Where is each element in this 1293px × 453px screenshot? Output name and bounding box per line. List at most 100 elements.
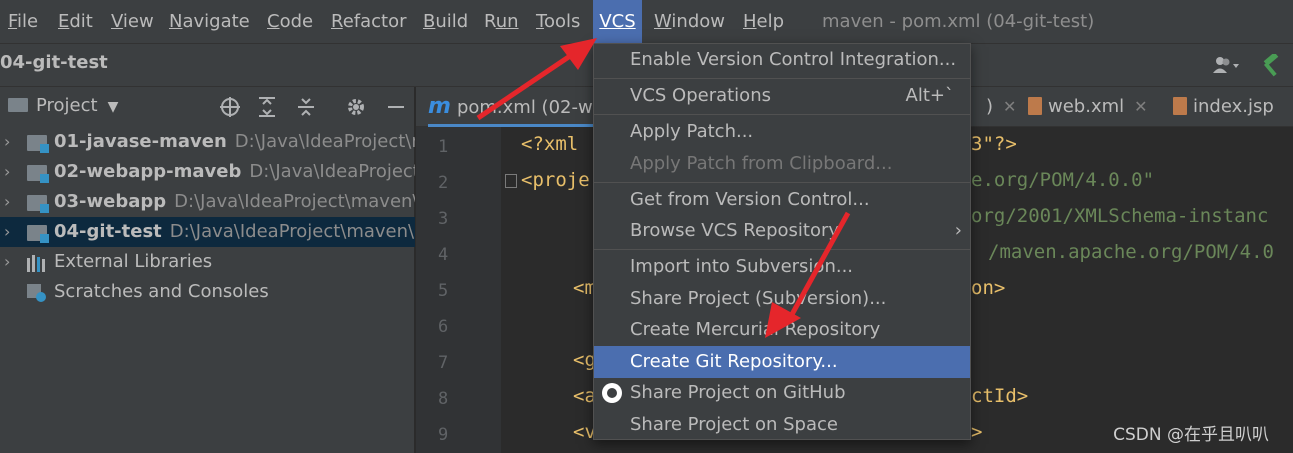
fold-marker-icon[interactable] (505, 174, 517, 188)
menu-item-label: Share Project on GitHub (630, 382, 846, 403)
menu-item-create-mercurial[interactable]: Create Mercurial Repository (594, 314, 970, 346)
maven-m-icon: m (428, 94, 451, 119)
github-icon (602, 383, 622, 403)
menu-vcs[interactable]: VCS (593, 0, 642, 43)
menu-item-share-subversion[interactable]: Share Project (Subversion)... (594, 283, 970, 315)
menu-view-mnemonic: V (111, 11, 123, 32)
menu-item-enable-vcs[interactable]: Enable Version Control Integration... (594, 44, 970, 76)
menu-refactor-label: efactor (342, 11, 407, 32)
tab-label: index.jsp (1193, 96, 1274, 117)
line-gutter: 1 2 3 4 5 6 7 8 9 (416, 127, 501, 453)
menu-file[interactable]: File (5, 0, 41, 43)
tab-partial[interactable]: ) ✕ (986, 87, 1016, 127)
menu-run-mnemonic: un (495, 11, 519, 32)
menu-item-apply-patch[interactable]: Apply Patch... (594, 116, 970, 148)
menu-item-label: Create Mercurial Repository (630, 319, 881, 340)
module-path: D:\Java\IdeaProject\maven\03 (174, 191, 415, 212)
tree-item-scratches[interactable]: Scratches and Consoles (0, 277, 415, 307)
chevron-right-icon[interactable]: › (4, 222, 14, 241)
tree-item-04-git-test[interactable]: › 04-git-test D:\Java\IdeaProject\maven\0… (0, 217, 415, 247)
menu-build-mnemonic: B (423, 11, 436, 32)
chevron-right-icon[interactable]: › (4, 192, 14, 211)
tree-item-label: 02-webapp-maveb D:\Java\IdeaProject\m (54, 161, 415, 182)
minimize-icon[interactable] (384, 96, 408, 118)
code-text[interactable]: > (971, 421, 982, 443)
vcs-dropdown-menu: Enable Version Control Integration... VC… (593, 43, 971, 440)
menu-item-create-git-repo[interactable]: Create Git Repository... (594, 346, 970, 378)
line-number: 9 (438, 425, 449, 445)
menu-code[interactable]: Code (264, 0, 316, 43)
tree-item-02-webapp-maveb[interactable]: › 02-webapp-maveb D:\Java\IdeaProject\m (0, 157, 415, 187)
menu-code-mnemonic: C (267, 11, 280, 32)
chevron-down-icon: ▼ (107, 99, 119, 115)
code-text[interactable]: on> (971, 277, 1005, 299)
code-text[interactable]: <?xml (521, 133, 578, 155)
module-name: 04-git-test (54, 221, 162, 242)
tree-item-01-javase-maven[interactable]: › 01-javase-maven D:\Java\IdeaProject\ma (0, 127, 415, 157)
chevron-right-icon[interactable]: › (4, 162, 14, 181)
menu-separator (594, 182, 970, 183)
menu-item-get-from-vcs[interactable]: Get from Version Control... (594, 184, 970, 216)
chevron-right-icon[interactable]: › (4, 252, 14, 271)
menu-item-browse-vcs[interactable]: Browse VCS Repository › (594, 215, 970, 247)
tree-item-label: 01-javase-maven D:\Java\IdeaProject\ma (54, 131, 415, 152)
menu-run[interactable]: Run (481, 0, 522, 43)
menu-edit-mnemonic: E (58, 11, 70, 32)
menu-navigate[interactable]: Navigate (166, 0, 253, 43)
watermark: CSDN @在乎且叭叭 (1113, 425, 1269, 445)
locate-crosshair-icon[interactable] (218, 96, 242, 118)
menu-file-label: ile (17, 11, 39, 32)
tree-item-03-webapp[interactable]: › 03-webapp D:\Java\IdeaProject\maven\03 (0, 187, 415, 217)
module-path: D:\Java\IdeaProject\maven\04 (169, 221, 415, 242)
menu-help-label: elp (756, 11, 785, 32)
menu-build-label: uild (435, 11, 469, 32)
tree-item-external-libraries[interactable]: › External Libraries (0, 247, 415, 277)
code-text[interactable]: org/2001/XMLSchema-instanc (971, 205, 1268, 227)
menu-build[interactable]: Build (420, 0, 471, 43)
menu-item-share-github[interactable]: Share Project on GitHub (594, 377, 970, 409)
code-text[interactable]: ctId> (971, 385, 1028, 407)
module-name: 02-webapp-maveb (54, 161, 242, 182)
menu-run-first: R (484, 11, 496, 32)
menu-help[interactable]: Help (740, 0, 787, 43)
menu-view[interactable]: View (108, 0, 157, 43)
menu-help-mnemonic: H (743, 11, 757, 32)
menu-item-label: Share Project on Space (630, 414, 838, 435)
code-text[interactable]: <proje (521, 169, 590, 191)
menu-window[interactable]: Window (651, 0, 728, 43)
close-icon[interactable]: ✕ (1134, 97, 1147, 116)
menu-item-share-space[interactable]: Share Project on Space (594, 409, 970, 441)
code-text[interactable]: /maven.apache.org/POM/4.0 (988, 241, 1274, 263)
tree-item-label: 03-webapp D:\Java\IdeaProject\maven\03 (54, 191, 415, 212)
menu-tools[interactable]: Tools (533, 0, 583, 43)
menu-item-label: Import into Subversion... (630, 256, 854, 277)
module-icon (27, 225, 49, 243)
code-text[interactable]: 3"?> (971, 133, 1017, 155)
tab-pom-xml[interactable]: m pom.xml (02-we (428, 87, 604, 127)
menu-item-vcs-operations[interactable]: VCS Operations Alt+` (594, 80, 970, 112)
chevron-right-icon[interactable]: › (4, 132, 14, 151)
module-path: D:\Java\IdeaProject\m (249, 161, 415, 182)
gear-icon[interactable] (344, 96, 368, 118)
menu-refactor[interactable]: Refactor (328, 0, 410, 43)
user-icon[interactable] (1211, 55, 1241, 75)
module-icon (27, 135, 49, 153)
tree-item-label: External Libraries (54, 251, 213, 272)
menu-item-import-subversion[interactable]: Import into Subversion... (594, 251, 970, 283)
tab-index-jsp[interactable]: index.jsp (1173, 87, 1274, 127)
code-text[interactable]: e.org/POM/4.0.0" (971, 169, 1154, 191)
project-view-selector[interactable]: Project ▼ (8, 95, 118, 116)
menu-item-label: VCS Operations (630, 85, 771, 106)
breadcrumb-project[interactable]: 04-git-test (0, 52, 108, 73)
collapse-all-icon[interactable] (294, 96, 318, 118)
build-hammer-icon[interactable] (1259, 54, 1281, 78)
menu-separator (594, 249, 970, 250)
line-number: 7 (438, 353, 449, 373)
chevron-right-icon: › (954, 220, 962, 241)
menu-tools-mnemonic: T (536, 11, 544, 32)
line-number: 3 (438, 209, 449, 229)
close-icon[interactable]: ✕ (1003, 97, 1016, 116)
menu-edit[interactable]: Edit (55, 0, 96, 43)
tab-web-xml[interactable]: web.xml ✕ (1028, 87, 1148, 127)
expand-all-icon[interactable] (255, 96, 279, 118)
